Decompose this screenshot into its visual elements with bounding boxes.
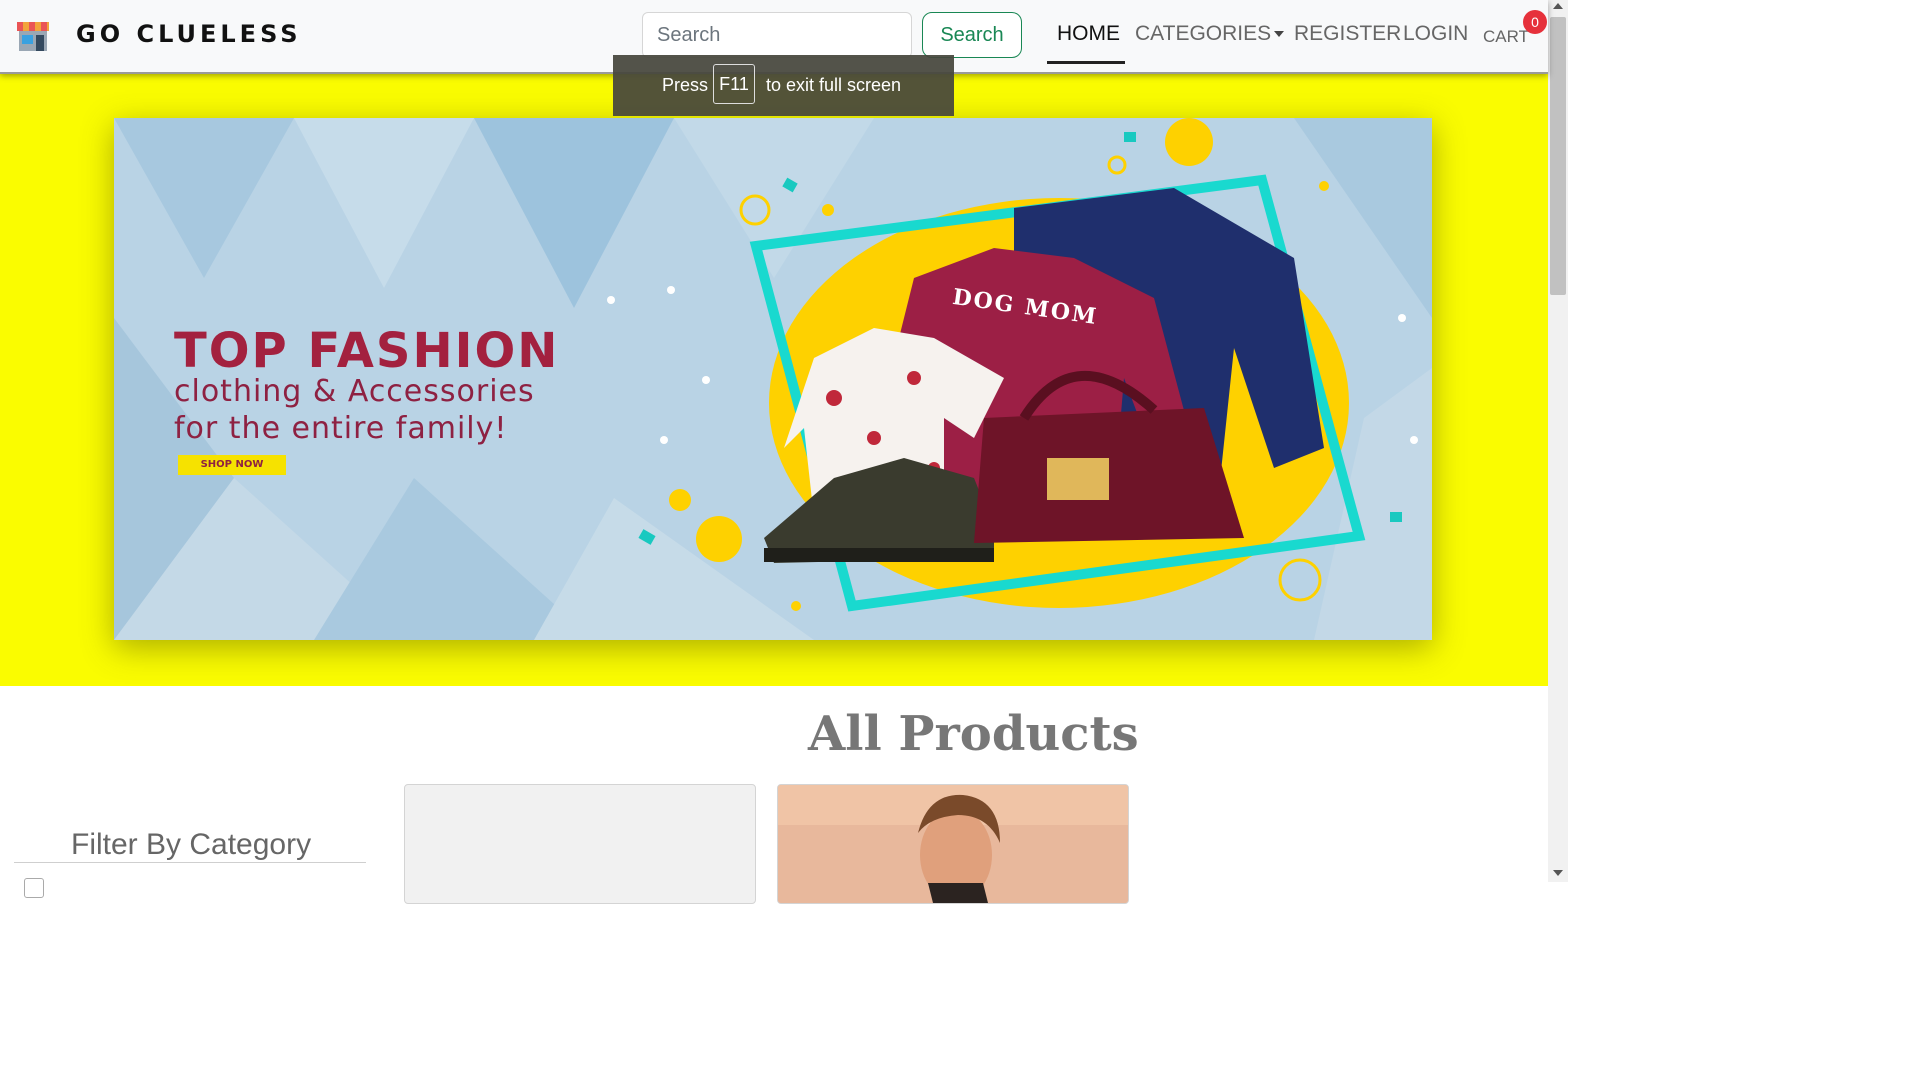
fullscreen-notice-suffix: to exit full screen [766,75,902,95]
fullscreen-key: F11 [713,64,755,104]
product-card[interactable] [404,784,756,904]
brand-name[interactable]: GO CLUELESS [76,20,302,48]
caret-down-icon [1274,31,1285,38]
search-button[interactable]: Search [922,12,1022,58]
fullscreen-notice: Press F11 to exit full screen [613,55,954,116]
shop-now-button[interactable]: SHOP NOW [178,455,286,475]
scroll-up-arrow-icon[interactable] [1553,3,1563,9]
search-input[interactable] [642,12,912,58]
category-checkbox[interactable] [24,878,44,898]
storefront-icon[interactable] [16,22,50,52]
nav-cart-link[interactable]: CART [1483,27,1529,47]
fullscreen-notice-prefix: Press [662,75,709,95]
banner-title: TOP FASHION [174,323,560,379]
active-link-underline [1047,61,1125,64]
banner-subtitle-line-1: clothing & Accessories [174,374,535,409]
nav-home-link[interactable]: HOME [1057,22,1120,46]
scroll-down-arrow-icon[interactable] [1553,870,1563,876]
nav-login-link[interactable]: LOGIN [1403,22,1468,46]
hero-banner[interactable]: TOP FASHION clothing & Accessories for t… [114,118,1432,640]
filter-by-category-heading: Filter By Category [71,828,312,861]
banner-subtitle-line-2: for the entire family! [174,411,508,446]
product-image [778,785,1128,903]
filter-divider [14,862,366,863]
product-card[interactable] [777,784,1129,904]
cart-count-badge: 0 [1523,10,1547,34]
nav-categories-label: CATEGORIES [1135,22,1272,45]
all-products-heading: All Products [808,706,1139,762]
nav-categories-dropdown[interactable]: CATEGORIES [1135,22,1285,46]
nav-register-link[interactable]: REGISTER [1294,22,1401,46]
scrollbar-thumb[interactable] [1550,17,1566,295]
